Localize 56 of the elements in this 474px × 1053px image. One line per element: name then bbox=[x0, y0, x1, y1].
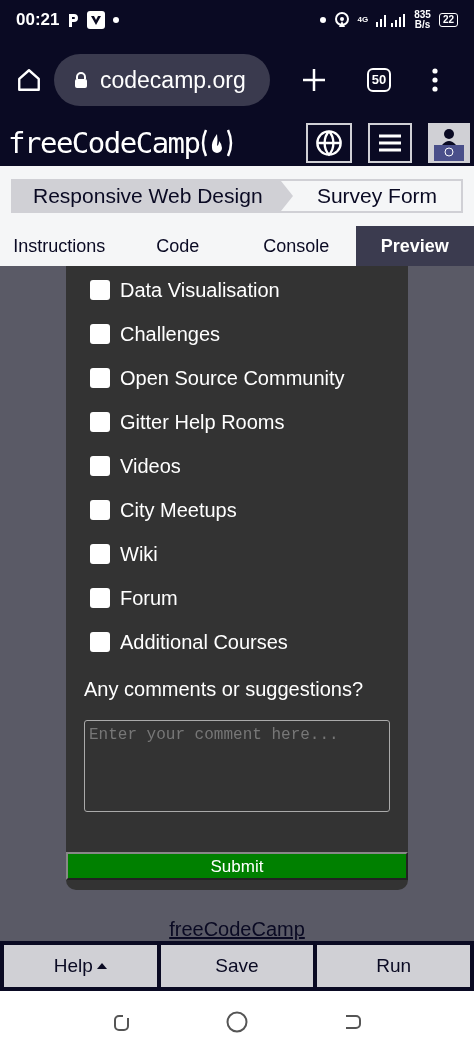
comment-field[interactable]: Enter your comment here... bbox=[84, 720, 390, 812]
checkbox-label: Data Visualisation bbox=[120, 278, 280, 303]
checkbox[interactable] bbox=[90, 456, 110, 476]
checkbox-label: Videos bbox=[120, 454, 181, 479]
app-notification-icon bbox=[87, 11, 106, 29]
editor-tab[interactable]: Console bbox=[237, 226, 356, 266]
checkbox-label: Open Source Community bbox=[120, 366, 345, 391]
url-text: codecamp.org bbox=[100, 65, 246, 95]
address-bar[interactable]: codecamp.org bbox=[54, 54, 270, 106]
avatar-icon[interactable] bbox=[428, 123, 470, 163]
editor-tab[interactable]: Preview bbox=[355, 226, 474, 266]
checkbox-label: Gitter Help Rooms bbox=[120, 410, 285, 435]
action-button[interactable]: Save bbox=[160, 945, 314, 987]
plus-icon[interactable] bbox=[302, 68, 327, 92]
checkbox-label: Additional Courses bbox=[120, 630, 288, 655]
speed-unit: B/s bbox=[414, 20, 431, 30]
editor-tab[interactable]: Code bbox=[118, 226, 237, 266]
checkbox[interactable] bbox=[90, 544, 110, 564]
flame-logo-icon bbox=[199, 128, 234, 158]
checkbox[interactable] bbox=[90, 412, 110, 432]
checkbox-label: City Meetups bbox=[120, 498, 237, 523]
checkbox-label: Forum bbox=[120, 586, 178, 611]
home-button-icon[interactable] bbox=[226, 1011, 248, 1033]
editor-tab[interactable]: Instructions bbox=[0, 226, 119, 266]
checkbox[interactable] bbox=[90, 588, 110, 608]
menu-icon bbox=[378, 133, 402, 153]
tab-count-button[interactable]: 50 bbox=[367, 68, 391, 92]
checkbox[interactable] bbox=[90, 632, 110, 652]
checkbox[interactable] bbox=[90, 368, 110, 388]
network-speed: 835 bbox=[414, 10, 431, 20]
lock-icon bbox=[74, 72, 88, 88]
action-button[interactable]: Help bbox=[4, 945, 157, 987]
parking-icon bbox=[67, 12, 80, 28]
signal-icon bbox=[376, 13, 407, 27]
checkbox[interactable] bbox=[90, 324, 110, 344]
more-icon[interactable] bbox=[431, 68, 438, 92]
caret-up-icon bbox=[96, 963, 107, 969]
dot-icon bbox=[319, 17, 326, 23]
action-button[interactable]: Run bbox=[317, 945, 470, 987]
language-button[interactable] bbox=[306, 123, 352, 163]
breadcrumb-current: Survey Form bbox=[315, 183, 439, 210]
clock-time: 00:21 bbox=[16, 9, 60, 32]
battery-level: 22 bbox=[438, 13, 458, 27]
checkbox-label: Challenges bbox=[120, 322, 221, 347]
checkbox[interactable] bbox=[90, 280, 110, 300]
globe-icon bbox=[315, 129, 343, 157]
submit-button[interactable]: Submit bbox=[66, 852, 408, 880]
recent-apps-icon[interactable] bbox=[112, 1012, 132, 1032]
home-icon[interactable] bbox=[16, 67, 42, 93]
dot-icon bbox=[113, 17, 120, 23]
hotspot-icon bbox=[333, 12, 350, 28]
menu-button[interactable] bbox=[368, 123, 412, 163]
checkbox-label: Wiki bbox=[120, 542, 158, 567]
comments-label: Any comments or suggestions? bbox=[83, 677, 365, 702]
checkbox[interactable] bbox=[90, 500, 110, 520]
network-type: 4G bbox=[357, 16, 369, 24]
